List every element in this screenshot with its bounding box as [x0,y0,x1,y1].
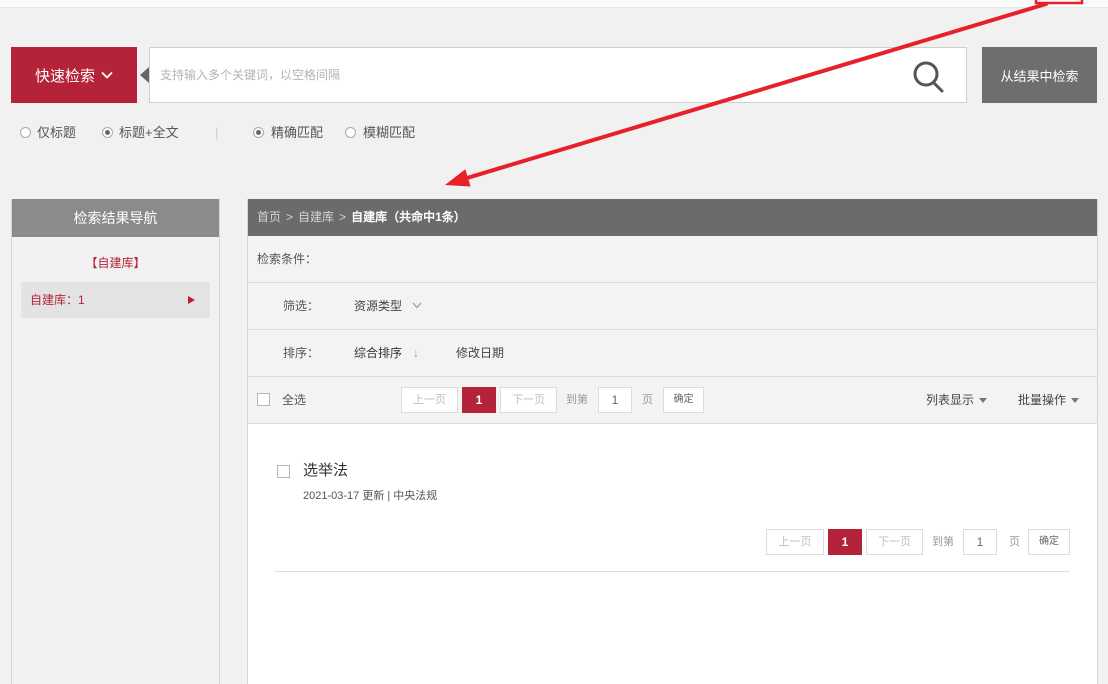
sidebar-group-label: 【自建库】 [85,256,146,270]
select-all-label[interactable]: 全选 [282,377,306,423]
result-checkbox[interactable] [277,465,290,478]
quick-search-button[interactable]: 快速检索 [11,47,137,103]
results-panel: 首页 > 自建库 > 自建库（共命中1条） 检索条件： 筛选： 资源类型 排序： 综合排… [247,199,1098,684]
breadcrumb-library[interactable]: 自建库 [298,199,334,236]
result-title[interactable]: 选举法 [303,461,348,481]
view-mode-dropdown[interactable]: 列表显示 [926,377,988,423]
search-conditions-label: 检索条件： [257,252,318,266]
caret-down-icon [1071,398,1080,404]
filter-resource-type[interactable]: 资源类型 [354,283,402,329]
radio-title-fulltext[interactable] [102,127,113,138]
radio-exact-match[interactable] [253,127,264,138]
pagination-next-button[interactable]: 下一页 [500,387,557,413]
sort-label: 排序： [283,346,320,360]
breadcrumb-home[interactable]: 首页 [257,199,281,236]
quick-search-label: 快速检索 [34,67,95,85]
results-nav-sidebar: 检索结果导航 【自建库】 自建库：1 [11,199,220,684]
pagination-goto-label: 到第 [932,536,954,548]
pagination-current-page[interactable]: 1 [462,387,496,413]
result-meta: 2021-03-17 更新 | 中央法规 [303,490,438,502]
select-all-checkbox[interactable] [257,393,270,406]
results-list: 选举法 2021-03-17 更新 | 中央法规 上一页 1 下一页 到第 1 … [248,424,1097,684]
radio-title-only[interactable] [20,127,31,138]
pointer-triangle-icon [140,67,149,83]
options-separator: | [215,125,219,140]
pagination-confirm-button[interactable]: 确定 [663,387,704,413]
result-divider [275,571,1070,572]
radio-title-fulltext-label[interactable]: 标题+全文 [119,124,179,141]
search-box [149,47,967,103]
batch-operations-dropdown[interactable]: 批量操作 [1018,377,1080,423]
pagination-page-input[interactable]: 1 [963,529,997,555]
search-icon[interactable] [906,56,952,96]
pagination-page-unit: 页 [642,394,653,406]
sidebar-title: 检索结果导航 [12,199,219,237]
pagination-current-page[interactable]: 1 [828,529,862,555]
chevron-down-icon [101,71,113,79]
breadcrumb-current: 自建库（共命中1条） [351,210,466,224]
sidebar-item-self-built-library[interactable]: 自建库：1 [21,282,210,318]
pagination-next-button[interactable]: 下一页 [866,529,923,555]
results-toolbar: 全选 上一页 1 下一页 到第 1 页 确定 列表显示 批量操作 [248,377,1097,424]
pagination-goto-label: 到第 [566,394,588,406]
chevron-down-icon[interactable] [412,302,422,309]
radio-exact-match-label[interactable]: 精确匹配 [271,124,323,141]
sort-down-arrow-icon: ↓ [413,346,419,360]
radio-fuzzy-match[interactable] [345,127,356,138]
pagination-prev-button[interactable]: 上一页 [401,387,458,413]
search-within-results-button[interactable]: 从结果中检索 [982,47,1097,103]
filter-label: 筛选： [283,299,320,313]
triangle-right-icon [188,296,195,304]
pagination-page-input[interactable]: 1 [598,387,632,413]
sort-row: 排序： 综合排序 ↓ 修改日期 [248,330,1097,377]
search-within-results-label: 从结果中检索 [1000,68,1079,84]
breadcrumb-separator: > [286,210,294,224]
breadcrumb-separator: > [339,210,347,224]
top-strip [0,0,1108,8]
view-mode-label: 列表显示 [926,393,975,407]
breadcrumb: 首页 > 自建库 > 自建库（共命中1条） [248,199,1097,236]
search-conditions-row: 检索条件： [248,236,1097,283]
caret-down-icon [979,398,988,404]
pagination-prev-button[interactable]: 上一页 [766,529,824,555]
pagination-page-unit: 页 [1009,536,1020,548]
sort-option-relevance[interactable]: 综合排序 [354,330,402,376]
sidebar-item-label: 自建库：1 [30,293,85,307]
batch-operations-label: 批量操作 [1018,393,1067,407]
sort-option-modified-date[interactable]: 修改日期 [456,330,504,376]
pagination-confirm-button[interactable]: 确定 [1028,529,1070,555]
radio-title-only-label[interactable]: 仅标题 [37,124,76,141]
radio-fuzzy-match-label[interactable]: 模糊匹配 [363,124,415,141]
filter-row: 筛选： 资源类型 [248,283,1097,330]
search-input[interactable] [150,48,890,102]
